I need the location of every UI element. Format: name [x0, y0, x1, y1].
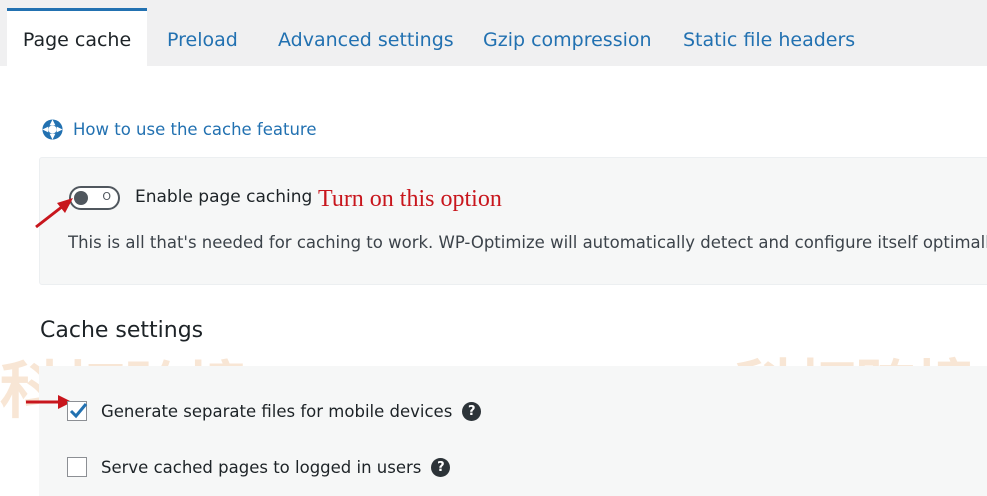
- mobile-files-label[interactable]: Generate separate files for mobile devic…: [101, 402, 452, 421]
- annotation-text: Turn on this option: [318, 186, 502, 212]
- cache-settings-heading: Cache settings: [40, 318, 204, 343]
- lifebuoy-icon: [41, 118, 64, 141]
- help-link-label[interactable]: How to use the cache feature: [73, 120, 317, 139]
- tab-page-cache[interactable]: Page cache: [7, 8, 147, 69]
- page-caching-panel: [39, 157, 987, 285]
- mobile-files-checkbox[interactable]: [67, 401, 88, 421]
- page-caching-description: This is all that's needed for caching to…: [68, 233, 987, 252]
- enable-page-caching-toggle[interactable]: O: [69, 186, 120, 210]
- tab-preload[interactable]: Preload: [167, 9, 238, 66]
- help-question-icon[interactable]: ?: [462, 401, 482, 421]
- option-logged-in-users: Serve cached pages to logged in users ?: [67, 455, 451, 479]
- tab-advanced-settings[interactable]: Advanced settings: [278, 9, 454, 66]
- help-question-icon[interactable]: ?: [431, 457, 451, 477]
- toggle-knob: [74, 191, 88, 205]
- option-mobile-files: Generate separate files for mobile devic…: [67, 399, 482, 423]
- checkmark-icon: [69, 403, 88, 419]
- logged-in-users-checkbox[interactable]: [67, 457, 87, 477]
- help-link[interactable]: How to use the cache feature: [41, 117, 317, 141]
- toggle-label[interactable]: Enable page caching: [135, 187, 312, 207]
- tab-gzip-compression[interactable]: Gzip compression: [483, 9, 652, 66]
- tab-static-file-headers[interactable]: Static file headers: [683, 9, 855, 66]
- annotation-arrow: [35, 198, 73, 229]
- toggle-off-glyph: O: [102, 190, 111, 203]
- tab-bar: Page cache Preload Advanced settings Gzi…: [0, 0, 987, 69]
- logged-in-users-label[interactable]: Serve cached pages to logged in users: [101, 458, 421, 477]
